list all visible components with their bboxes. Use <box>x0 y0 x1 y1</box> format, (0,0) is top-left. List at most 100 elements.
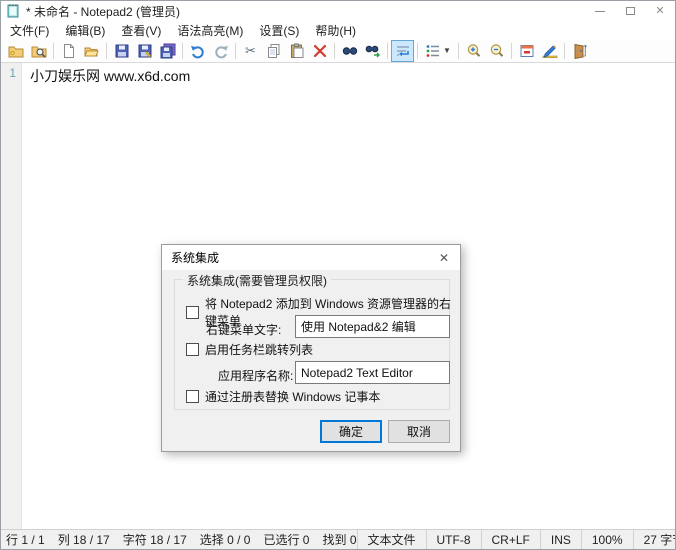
status-file-type[interactable]: 文本文件 <box>357 530 426 549</box>
window-controls: ✕ <box>585 1 675 21</box>
toolbar-separator <box>53 43 54 59</box>
close-icon: ✕ <box>439 251 449 265</box>
undo-button[interactable] <box>186 40 209 62</box>
recent-folder-icon <box>8 43 24 59</box>
toolbar-separator <box>511 43 512 59</box>
notepad2-window: * 未命名 - Notepad2 (管理员) ✕ 文件(F) 编辑(B) 查看(… <box>0 0 676 550</box>
copy-icon <box>266 43 282 59</box>
save-as-icon <box>137 43 153 59</box>
editor-line-text: 小刀娱乐网 www.x6d.com <box>30 68 190 84</box>
delete-icon <box>312 43 328 59</box>
save-icon <box>114 43 130 59</box>
zoom-out-button[interactable] <box>485 40 508 62</box>
maximize-button[interactable] <box>615 1 645 21</box>
new-file-button[interactable] <box>57 40 80 62</box>
status-insert-mode[interactable]: INS <box>540 530 581 549</box>
menu-file[interactable]: 文件(F) <box>2 21 57 39</box>
status-zoom-level[interactable]: 100% <box>581 530 633 549</box>
ok-button[interactable]: 确定 <box>320 420 382 443</box>
new-file-icon <box>61 43 77 59</box>
toolbar-separator <box>334 43 335 59</box>
checkbox-enable-jumplist[interactable]: 启用任务栏跳转列表 <box>186 341 313 358</box>
select-scheme-dropdown[interactable]: ▼ <box>421 40 455 62</box>
browse-folder-button[interactable] <box>27 40 50 62</box>
settings-icon <box>519 43 535 59</box>
save-as-button[interactable] <box>133 40 156 62</box>
application-name-label: 应用程序名称: <box>218 367 293 384</box>
notepad2-app-icon <box>6 4 20 18</box>
zoom-out-icon <box>489 43 505 59</box>
menu-edit[interactable]: 编辑(B) <box>57 21 113 39</box>
cut-icon: ✂ <box>245 44 256 57</box>
replace-icon <box>365 43 381 59</box>
editor-area[interactable]: 1 小刀娱乐网 www.x6d.com 系统集成 ✕ 系统集成(需要管理员权限)… <box>1 63 675 529</box>
redo-button[interactable] <box>209 40 232 62</box>
minimize-button[interactable] <box>585 1 615 21</box>
close-icon: ✕ <box>655 6 664 17</box>
replace-button[interactable] <box>361 40 384 62</box>
checkbox-label: 通过注册表替换 Windows 记事本 <box>205 388 380 405</box>
redo-icon <box>213 43 229 59</box>
exit-button[interactable] <box>568 40 591 62</box>
paste-button[interactable] <box>285 40 308 62</box>
checkbox-icon[interactable] <box>186 390 199 403</box>
toolbar-separator <box>417 43 418 59</box>
status-line-ending[interactable]: CR+LF <box>481 530 540 549</box>
titlebar: * 未命名 - Notepad2 (管理员) ✕ <box>1 1 675 21</box>
zoom-in-button[interactable] <box>462 40 485 62</box>
statusbar-right: 文本文件 UTF-8 CR+LF INS 100% 27 字节 <box>357 530 676 549</box>
status-line: 行 1 / 1 <box>6 531 45 548</box>
find-icon <box>342 43 358 59</box>
paste-icon <box>289 43 305 59</box>
context-menu-text-label: 右键菜单文字: <box>206 321 281 338</box>
dialog-title: 系统集成 <box>171 249 219 266</box>
settings-button[interactable] <box>515 40 538 62</box>
save-all-button[interactable] <box>156 40 179 62</box>
toolbar-separator <box>182 43 183 59</box>
menubar: 文件(F) 编辑(B) 查看(V) 语法高亮(M) 设置(S) 帮助(H) <box>1 21 675 39</box>
checkbox-icon[interactable] <box>186 343 199 356</box>
toolbar-separator <box>387 43 388 59</box>
word-wrap-toggle[interactable] <box>391 40 414 62</box>
maximize-icon <box>626 7 635 15</box>
open-file-button[interactable] <box>80 40 103 62</box>
menu-syntax[interactable]: 语法高亮(M) <box>169 21 251 39</box>
cancel-button[interactable]: 取消 <box>388 420 450 443</box>
context-menu-text-input[interactable] <box>295 315 450 338</box>
window-title: * 未命名 - Notepad2 (管理员) <box>26 3 180 20</box>
status-file-size: 27 字节 <box>633 530 676 549</box>
delete-button[interactable] <box>308 40 331 62</box>
checkbox-replace-notepad[interactable]: 通过注册表替换 Windows 记事本 <box>186 388 380 405</box>
checkbox-icon[interactable] <box>186 306 199 319</box>
select-scheme-icon <box>425 43 441 59</box>
zoom-in-icon <box>466 43 482 59</box>
status-char: 字符 18 / 17 <box>123 531 187 548</box>
application-name-input[interactable] <box>295 361 450 384</box>
find-button[interactable] <box>338 40 361 62</box>
menu-settings[interactable]: 设置(S) <box>251 21 307 39</box>
toolbar-separator <box>106 43 107 59</box>
dialog-titlebar: 系统集成 ✕ <box>162 245 460 270</box>
status-selected-lines: 已选行 0 <box>263 531 309 548</box>
cut-button[interactable]: ✂ <box>239 40 262 62</box>
dialog-close-button[interactable]: ✕ <box>428 245 460 270</box>
toolbar-separator <box>564 43 565 59</box>
customize-schemes-button[interactable] <box>538 40 561 62</box>
status-selection: 选择 0 / 0 <box>200 531 251 548</box>
undo-icon <box>190 43 206 59</box>
copy-button[interactable] <box>262 40 285 62</box>
statusbar-left: 行 1 / 1 列 18 / 17 字符 18 / 17 选择 0 / 0 已选… <box>6 531 357 548</box>
groupbox-label: 系统集成(需要管理员权限) <box>183 272 331 289</box>
save-all-icon <box>160 43 176 59</box>
recent-folder-button[interactable] <box>4 40 27 62</box>
status-column: 列 18 / 17 <box>58 531 110 548</box>
toolbar-separator <box>458 43 459 59</box>
close-button[interactable]: ✕ <box>645 1 675 21</box>
menu-view[interactable]: 查看(V) <box>113 21 169 39</box>
status-encoding[interactable]: UTF-8 <box>426 530 481 549</box>
status-found: 找到 0 <box>322 531 356 548</box>
chevron-down-icon: ▼ <box>443 46 451 55</box>
menu-help[interactable]: 帮助(H) <box>307 21 364 39</box>
save-button[interactable] <box>110 40 133 62</box>
browse-folder-icon <box>31 43 47 59</box>
